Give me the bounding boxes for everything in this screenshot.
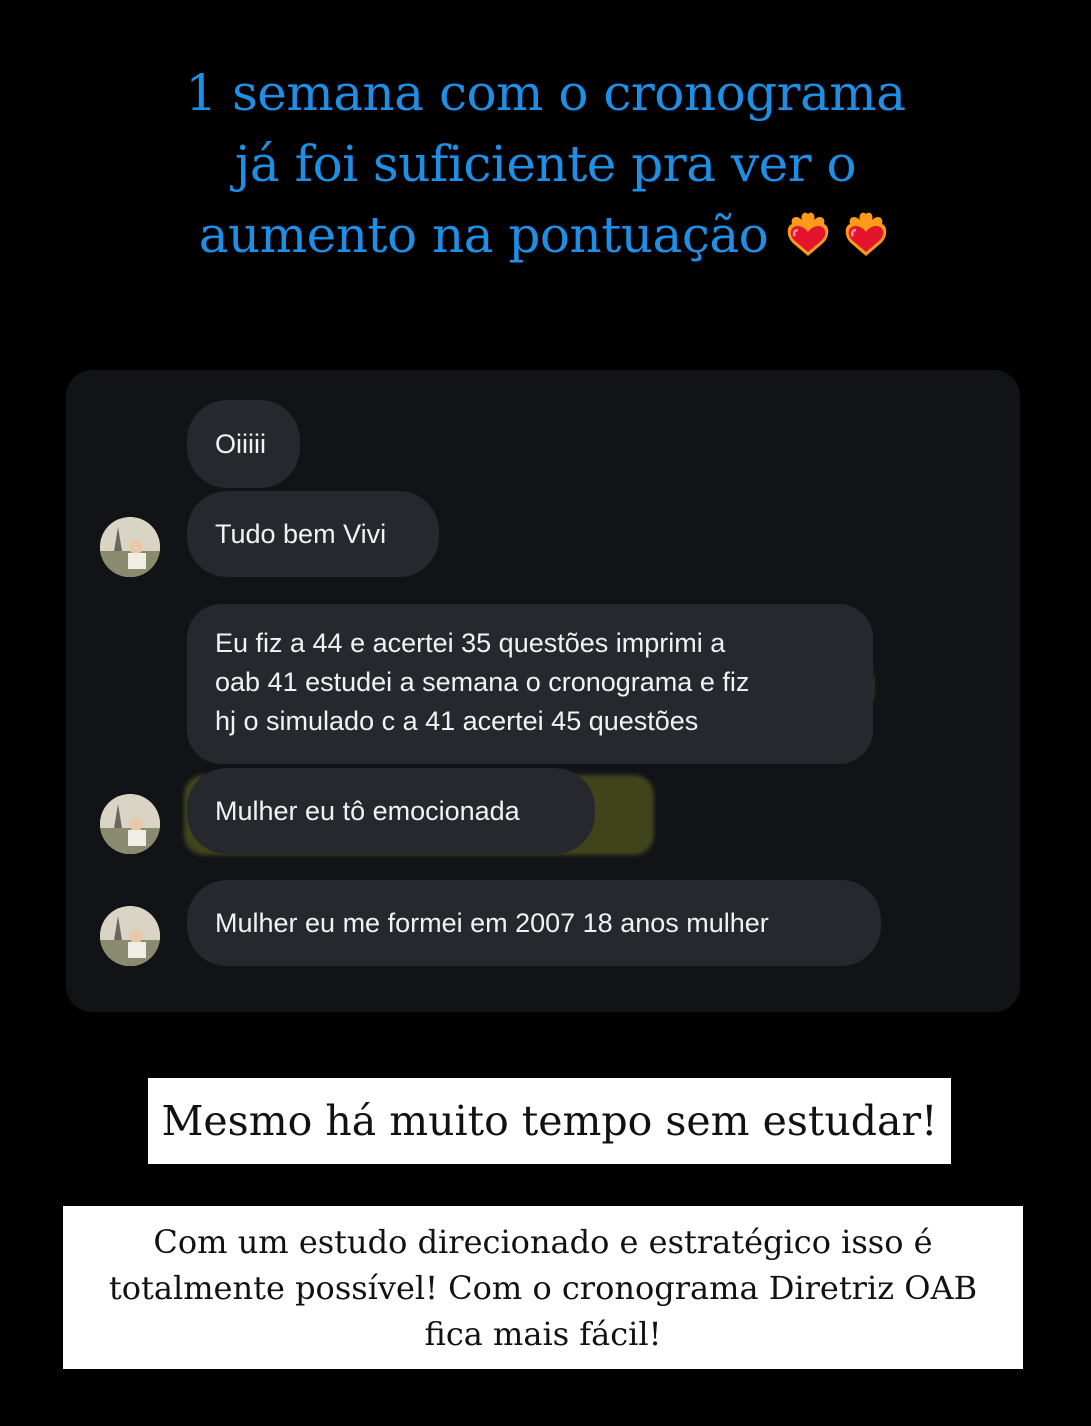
message-text: Oiiiii [215, 428, 266, 459]
headline: 1 semana com o cronograma já foi suficie… [0, 58, 1091, 271]
heart-on-fire-icon [787, 212, 829, 256]
cta-box: Com um estudo direcionado e estratégico … [63, 1206, 1023, 1369]
message-bubble: Oiiiii [187, 400, 300, 488]
avatar [100, 517, 160, 577]
cta-line: Com um estudo direcionado e estratégico … [153, 1223, 933, 1261]
caption-text: Mesmo há muito tempo sem estudar! [161, 1097, 938, 1145]
message-bubble: Mulher eu me formei em 2007 18 anos mulh… [187, 880, 881, 966]
message-text: Mulher eu tô emocionada [215, 795, 520, 826]
message-bubble: Eu fiz a 44 e acertei 35 questões imprim… [187, 604, 873, 764]
message-text-line: hj o simulado c a 41 acertei 45 questões [215, 706, 699, 736]
message-bubble: Mulher eu tô emocionada [187, 768, 595, 854]
chat-screenshot: Oiiiii Tudo bem Vivi Eu fiz a 44 e acert… [66, 370, 1020, 1012]
message-text-line: oab 41 estudei a semana o cronograma e f… [215, 667, 750, 697]
headline-line-2: já foi suficiente pra ver o [234, 135, 857, 193]
cta-line: fica mais fácil! [424, 1315, 662, 1353]
heart-on-fire-icon [845, 212, 887, 256]
avatar [100, 794, 160, 854]
cta-line: totalmente possível! Com o cronograma Di… [108, 1269, 978, 1307]
message-text-line: Eu fiz a 44 e acertei 35 questões imprim… [215, 628, 726, 658]
avatar [100, 906, 160, 966]
caption-box: Mesmo há muito tempo sem estudar! [148, 1078, 951, 1164]
message-text: Mulher eu me formei em 2007 18 anos mulh… [215, 907, 769, 938]
message-text: Tudo bem Vivi [215, 518, 387, 549]
headline-line-3: aumento na pontuação [0, 200, 1091, 271]
headline-line-3-text: aumento na pontuação [198, 206, 769, 264]
headline-line-1: 1 semana com o cronograma [185, 64, 906, 122]
message-bubble: Tudo bem Vivi [187, 491, 439, 577]
